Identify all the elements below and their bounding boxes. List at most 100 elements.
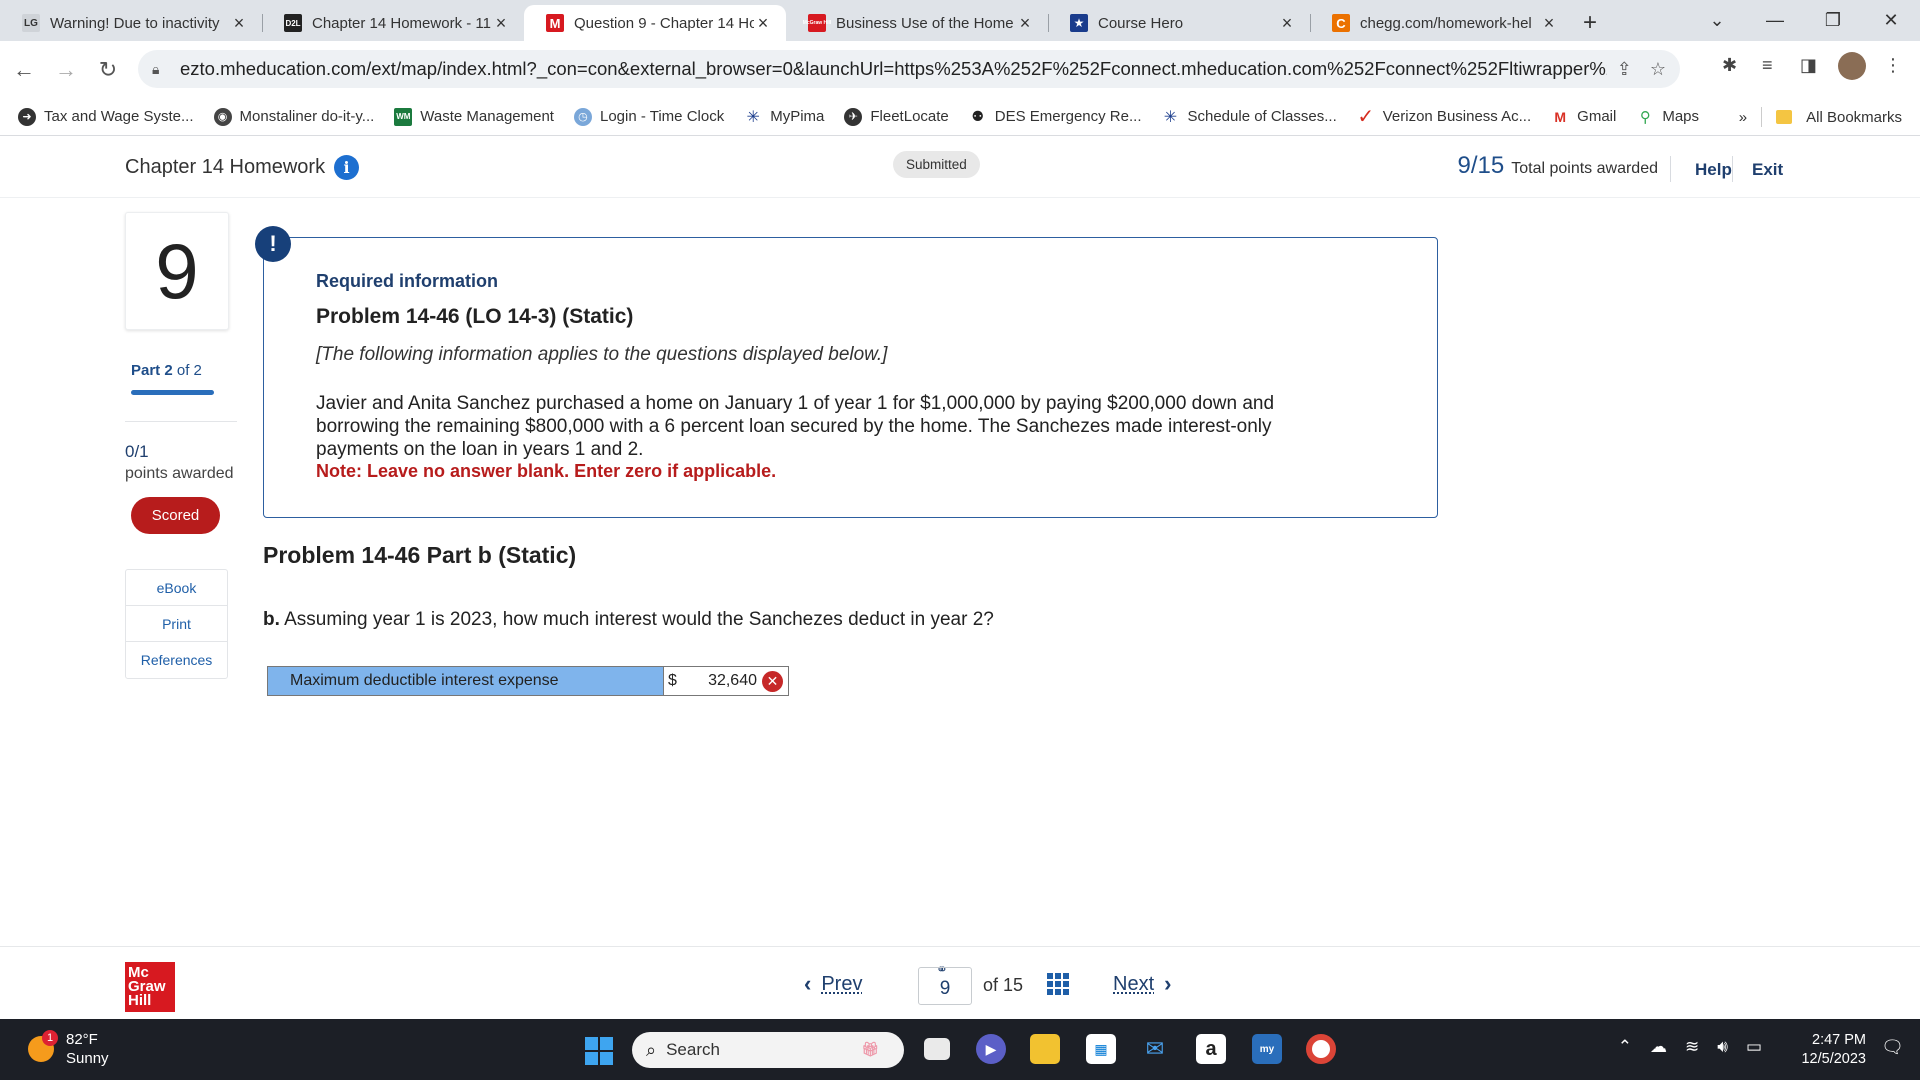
store-icon[interactable]: ▦ (1086, 1034, 1116, 1064)
bookmark-tax-wage[interactable]: ➜ Tax and Wage Syste... (18, 107, 194, 126)
mylab-icon[interactable]: my (1252, 1034, 1282, 1064)
teams-chat-icon[interactable]: ▶ (976, 1034, 1006, 1064)
new-tab-icon[interactable]: + (1572, 5, 1608, 41)
tab-title: Warning! Due to inactivity (50, 14, 220, 32)
kebab-menu-icon[interactable]: ⋮ (1884, 55, 1902, 76)
bookmark-mypima[interactable]: ✳ MyPima (744, 107, 825, 126)
bookmark-time-clock[interactable]: ◷ Login - Time Clock (573, 107, 724, 126)
close-icon[interactable]: × (492, 13, 510, 34)
total-points: 9/15 Total points awarded (1458, 152, 1658, 180)
grid-view-icon[interactable] (1047, 973, 1069, 995)
note-text: Note: Leave no answer blank. Enter zero … (316, 461, 777, 481)
minimize-icon[interactable]: — (1746, 10, 1804, 31)
tab-warning[interactable]: LG Warning! Due to inactivity × (0, 5, 262, 41)
close-icon[interactable]: × (1278, 13, 1296, 34)
answer-field[interactable]: $ 32,640 ✕ (664, 667, 788, 695)
bookmark-label: Tax and Wage Syste... (44, 108, 194, 125)
weather-widget[interactable]: 1 82°F Sunny (28, 1030, 109, 1068)
chevron-up-icon[interactable]: ⌃ (1618, 1037, 1632, 1057)
system-clock[interactable]: 2:47 PM 12/5/2023 (1801, 1031, 1866, 1069)
windows-start-icon[interactable] (585, 1037, 613, 1065)
ebook-button[interactable]: eBook (126, 570, 227, 606)
bookmark-fleetlocate[interactable]: ✈ FleetLocate (844, 107, 949, 126)
divider (1761, 107, 1763, 127)
close-icon[interactable]: × (1016, 13, 1034, 34)
share-icon[interactable]: ⇪ (1617, 59, 1632, 80)
url-bar[interactable]: 🔒︎ ezto.mheducation.com/ext/map/index.ht… (138, 50, 1680, 88)
question-body: Assuming year 1 is 2023, how much intere… (279, 609, 994, 630)
des-people-icon: ⚉ (968, 107, 987, 126)
assignment-header: Chapter 14 Homework i Submitted 9/15 Tot… (0, 136, 1920, 198)
part-progress-bar (131, 390, 214, 395)
gifts-widget-icon[interactable]: 🎁︎ (840, 1034, 900, 1064)
cloud-icon[interactable]: ☁ (1650, 1037, 1667, 1057)
restore-icon[interactable]: ❐ (1804, 10, 1862, 31)
file-explorer-icon[interactable] (1030, 1034, 1060, 1064)
question-text: b. Assuming year 1 is 2023, how much int… (263, 609, 994, 631)
close-icon[interactable]: × (754, 13, 772, 34)
reading-list-icon[interactable]: ≡ (1762, 55, 1773, 76)
bookmark-label: MyPima (770, 108, 825, 125)
chevron-right-icon: › (1164, 971, 1172, 996)
mail-icon[interactable]: ✉ (1140, 1034, 1170, 1064)
lock-icon[interactable]: 🔒︎ (152, 61, 180, 78)
divider (1670, 156, 1671, 182)
back-arrow-icon[interactable]: ← (6, 52, 42, 88)
bookmark-des[interactable]: ⚉ DES Emergency Re... (968, 107, 1141, 126)
points-value: 9/15 (1457, 152, 1505, 179)
incorrect-icon: ✕ (762, 671, 783, 692)
next-button[interactable]: Next › (1113, 971, 1181, 997)
battery-icon[interactable]: ▭ (1746, 1037, 1762, 1057)
tab-course-hero[interactable]: ★ Course Hero × (1048, 5, 1310, 41)
window-close-icon[interactable]: ✕ (1862, 10, 1920, 31)
bookmark-label: FleetLocate (870, 108, 949, 125)
forward-arrow-icon[interactable]: → (48, 52, 84, 88)
tab-title: Business Use of the Home (836, 14, 1014, 32)
bookmark-monstaliner[interactable]: ◉ Monstaliner do-it-y... (213, 107, 374, 126)
print-button[interactable]: Print (126, 606, 227, 642)
amazon-icon[interactable]: a (1196, 1034, 1226, 1064)
search-icon: ⌕ (646, 1039, 657, 1060)
pima-star-icon: ✳ (1161, 107, 1180, 126)
tab-chegg[interactable]: C chegg.com/homework-hel × (1310, 5, 1572, 41)
side-panel-icon[interactable]: ◨ (1800, 55, 1817, 76)
all-bookmarks[interactable]: All Bookmarks (1806, 109, 1902, 126)
help-link[interactable]: Help (1695, 160, 1732, 180)
volume-icon[interactable]: 🔊︎ (1717, 1037, 1728, 1057)
tab-title: Question 9 - Chapter 14 Ho (574, 14, 754, 32)
bookmark-maps[interactable]: ⚲ Maps (1636, 107, 1700, 126)
bookmark-gmail[interactable]: M Gmail (1551, 107, 1616, 126)
bookmark-label: Maps (1662, 108, 1700, 125)
desktop-icon[interactable] (924, 1038, 950, 1060)
problem-body: Javier and Anita Sanchez purchased a hom… (316, 393, 1275, 460)
notifications-icon[interactable]: 🗨︎ (1881, 1037, 1904, 1058)
profile-avatar[interactable] (1838, 52, 1866, 80)
bookmark-waste-management[interactable]: WM Waste Management (394, 107, 554, 126)
references-button[interactable]: References (126, 642, 227, 678)
close-icon[interactable]: × (1540, 13, 1558, 34)
info-icon[interactable]: i (334, 155, 360, 180)
bookmark-star-icon[interactable]: ☆ (1650, 59, 1666, 80)
page-selector[interactable]: 9 (918, 967, 972, 1005)
extensions-puzzle-icon[interactable]: ✱ (1722, 55, 1737, 76)
close-icon[interactable]: × (230, 13, 248, 34)
question-number: 9 (125, 212, 229, 330)
chrome-icon[interactable] (1306, 1034, 1336, 1064)
wifi-icon[interactable]: ≋ (1685, 1037, 1699, 1057)
reload-icon[interactable]: ↻ (90, 52, 126, 88)
points-awarded-label: points awarded (125, 465, 234, 482)
tab-d2l[interactable]: D2L Chapter 14 Homework - 11 × (262, 5, 524, 41)
assignment-title: Chapter 14 Homework i (125, 155, 360, 180)
tab-business-use[interactable]: McGraw Hill Business Use of the Home × (786, 5, 1048, 41)
bookmark-verizon[interactable]: ✓ Verizon Business Ac... (1356, 106, 1531, 128)
browser-tab-strip: LG Warning! Due to inactivity × D2L Chap… (0, 0, 1920, 41)
scored-badge: Scored (131, 497, 220, 534)
exit-link[interactable]: Exit (1752, 160, 1783, 180)
tab-question-9[interactable]: M Question 9 - Chapter 14 Ho × (524, 5, 786, 41)
bookmark-schedule[interactable]: ✳ Schedule of Classes... (1161, 107, 1337, 126)
weather-condition: Sunny (66, 1050, 109, 1067)
tab-search-chevron-icon[interactable]: ⌄ (1688, 10, 1746, 31)
prev-button[interactable]: ‹ Prev (794, 971, 862, 997)
gmail-icon: M (1551, 107, 1570, 126)
bookmarks-overflow-icon[interactable]: » (1739, 109, 1747, 126)
